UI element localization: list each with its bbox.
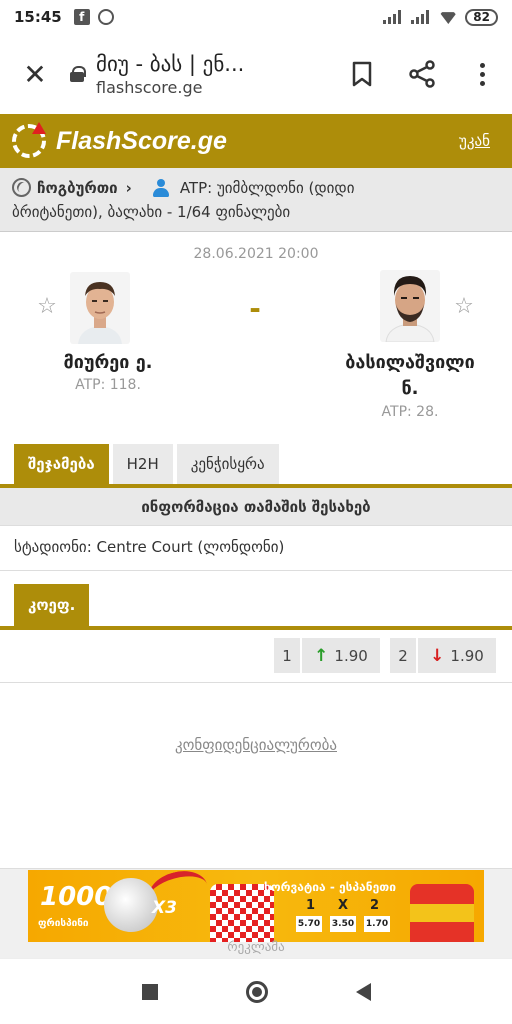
page-title: მიუ - ბას | ენ... <box>96 51 245 76</box>
bookmark-icon <box>352 61 372 87</box>
breadcrumb: ჩოგბურთი › ATP: უიმბლდონი (დიდი ბრიტანეთი)… <box>0 168 512 232</box>
menu-button[interactable] <box>452 34 512 114</box>
odds-tab[interactable]: კოეფ. <box>14 584 90 626</box>
ad-odd: 5.70 <box>296 916 322 932</box>
odds-value-box: ↓ 1.90 <box>418 638 496 673</box>
player-rank-away: ATP: 28. <box>381 404 439 420</box>
player-name-home[interactable]: მიურეი ე. <box>20 352 196 373</box>
match-datetime: 28.06.2021 20:00 <box>193 246 319 262</box>
whatsapp-icon <box>97 9 114 25</box>
ad-banner[interactable]: 1000 ფრისპინი X3 ხორვატია - ესპანეთი 1 X… <box>28 870 484 942</box>
ad-odd: 1.70 <box>364 916 390 932</box>
match-info-heading: ინფორმაცია თამაშის შესახებ <box>0 488 512 526</box>
player-name-away[interactable]: ბასილაშვილი <box>310 352 510 373</box>
bookmark-button[interactable] <box>332 34 392 114</box>
ad-multiplier: X3 <box>152 898 177 918</box>
status-bar: 15:45 f 82 <box>0 0 512 34</box>
divider <box>0 682 512 683</box>
breadcrumb-tournament-cont[interactable]: ბრიტანეთი), ბალახი - 1/64 ფინალები <box>12 203 290 221</box>
favorite-star-icon[interactable]: ☆ <box>36 296 58 318</box>
wifi-icon <box>439 12 458 24</box>
share-button[interactable] <box>392 34 452 114</box>
odds-value: 1.90 <box>450 646 484 665</box>
share-icon <box>409 60 435 88</box>
arrow-up-icon: ↑ <box>314 645 329 666</box>
address-bar[interactable]: მიუ - ბას | ენ... flashscore.ge <box>96 52 332 97</box>
odds-label: 2 <box>390 638 418 673</box>
ad-amount: 1000 <box>40 882 113 912</box>
breadcrumb-sport[interactable]: ჩოგბურთი <box>37 179 118 197</box>
home-icon[interactable] <box>245 980 268 1003</box>
system-nav-bar <box>0 958 512 1024</box>
back-link[interactable]: უკან <box>459 132 500 150</box>
odds-value-box: ↑ 1.90 <box>302 638 380 673</box>
venue-text: სტადიონი: Centre Court (ლონდონი) <box>14 538 285 556</box>
more-icon <box>479 62 485 86</box>
flashscore-logo-icon[interactable] <box>12 122 46 158</box>
soccer-ball-icon <box>104 878 158 932</box>
odds-cell-away[interactable]: 2 ↓ 1.90 <box>390 638 496 673</box>
person-icon <box>152 179 170 197</box>
ad-currency: ფრისპინი <box>38 918 89 929</box>
lock-icon <box>70 66 86 82</box>
chevron-right-icon: › <box>125 179 132 197</box>
url-text: flashscore.ge <box>96 77 203 97</box>
score-separator: - <box>249 292 261 325</box>
ad-label: რეკლამა <box>227 940 285 955</box>
odds-label: 1 <box>274 638 302 673</box>
breadcrumb-tournament[interactable]: ATP: უიმბლდონი (დიდი <box>180 179 355 197</box>
site-header: FlashScore.ge უკან <box>0 114 512 168</box>
match-tabs: შეჯამება H2H კენჭისყრა <box>14 444 279 484</box>
tab-draw[interactable]: კენჭისყრა <box>176 444 279 484</box>
ad-odds-header: X <box>338 898 349 913</box>
odds-cell-home[interactable]: 1 ↑ 1.90 <box>274 638 380 673</box>
ad-title: ხორვატია - ესპანეთი <box>264 880 396 894</box>
brand-name[interactable]: FlashScore.ge <box>56 127 227 156</box>
tab-summary[interactable]: შეჯამება <box>14 444 109 484</box>
player-rank-home: ATP: 118. <box>75 377 141 393</box>
player-avatar-home[interactable] <box>70 272 130 344</box>
favorite-star-icon[interactable]: ☆ <box>453 296 475 318</box>
odds-underline <box>0 626 512 630</box>
back-icon[interactable] <box>355 982 371 1001</box>
signal-icon <box>383 10 403 24</box>
facebook-icon: f <box>73 9 90 25</box>
arrow-down-icon: ↓ <box>430 645 445 666</box>
battery-indicator: 82 <box>465 8 498 26</box>
player-avatar-away[interactable] <box>380 270 440 342</box>
ad-odds-header: 2 <box>370 898 380 913</box>
divider <box>0 570 512 571</box>
spain-shirt-icon <box>410 884 474 942</box>
ad-odds-header: 1 <box>306 898 316 913</box>
globe-icon <box>12 178 31 197</box>
privacy-link[interactable]: კონფიდენციალურობა <box>0 736 512 754</box>
ad-odd: 3.50 <box>330 916 356 932</box>
close-icon[interactable]: ✕ <box>0 34 70 114</box>
browser-toolbar: ✕ მიუ - ბას | ენ... flashscore.ge <box>0 34 512 114</box>
tab-h2h[interactable]: H2H <box>112 444 173 484</box>
signal-icon <box>411 10 431 24</box>
player-name-away-initial[interactable]: ნ. <box>310 378 510 399</box>
status-time: 15:45 <box>14 8 62 26</box>
odds-value: 1.90 <box>334 646 368 665</box>
recent-apps-icon[interactable] <box>141 983 158 1000</box>
